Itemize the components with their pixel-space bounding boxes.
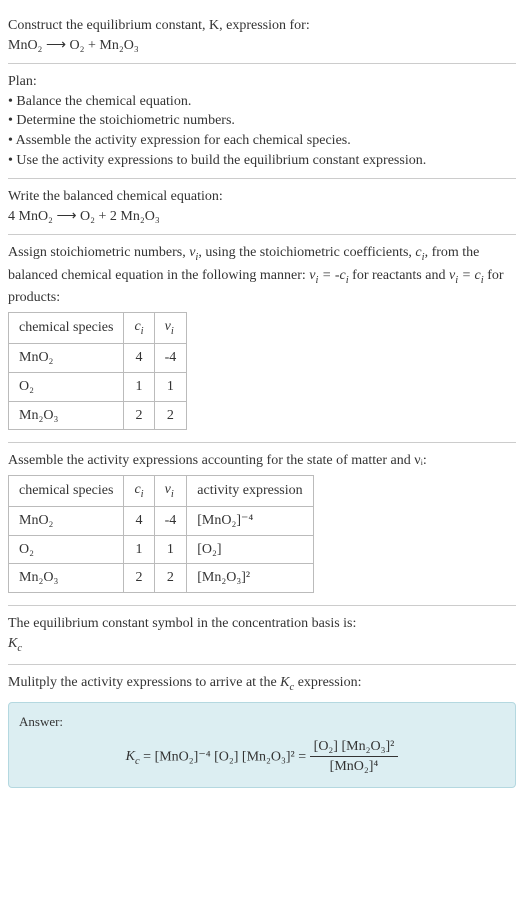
cell-species: O₂ [9, 535, 124, 564]
kc-lhs: Kc [126, 749, 140, 764]
answer-label: Answer: [19, 713, 505, 731]
cell-nui: -4 [154, 344, 187, 373]
cell-expr: [Mn₂O₃]² [187, 564, 313, 593]
c-symbol: ci [415, 245, 424, 260]
frac-denominator: [MnO₂]⁴ [310, 757, 399, 777]
final-heading: Mulitply the activity expressions to arr… [8, 673, 516, 695]
col-species: chemical species [9, 475, 124, 506]
cell-nui: 2 [154, 401, 187, 430]
col-species: chemical species [9, 312, 124, 343]
unbalanced-equation: MnO₂ ⟶ O₂ + Mn₂O₃ [8, 36, 516, 56]
answer-box: Answer: Kc = [MnO₂]⁻⁴ [O₂] [Mn₂O₃]² = [O… [8, 702, 516, 788]
stoich-table: chemical species ci νi MnO₂ 4 -4 O₂ 1 1 … [8, 312, 187, 430]
nu-symbol: νi [189, 245, 198, 260]
table-header-row: chemical species ci νi activity expressi… [9, 475, 314, 506]
balanced-heading: Write the balanced chemical equation: [8, 187, 516, 207]
intro-line: Construct the equilibrium constant, K, e… [8, 16, 516, 36]
activity-table: chemical species ci νi activity expressi… [8, 475, 314, 593]
cell-ci: 1 [124, 372, 154, 401]
table-row: O₂ 1 1 [O₂] [9, 535, 314, 564]
cell-nui: 1 [154, 372, 187, 401]
balanced-equation: 4 MnO₂ ⟶ O₂ + 2 Mn₂O₃ [8, 207, 516, 227]
col-ci: ci [124, 475, 154, 506]
activity-heading: Assemble the activity expressions accoun… [8, 451, 516, 471]
eq-text: = [MnO₂]⁻⁴ [O₂] [Mn₂O₃]² = [143, 749, 309, 764]
frac-numerator: [O₂] [Mn₂O₃]² [310, 737, 399, 758]
final-section: Mulitply the activity expressions to arr… [8, 665, 516, 796]
symbol-line1: The equilibrium constant symbol in the c… [8, 614, 516, 634]
stoich-section: Assign stoichiometric numbers, νi, using… [8, 235, 516, 443]
plan-bullet-2: • Determine the stoichiometric numbers. [8, 111, 516, 131]
plan-heading: Plan: [8, 72, 516, 92]
col-expr: activity expression [187, 475, 313, 506]
table-row: Mn₂O₃ 2 2 [9, 401, 187, 430]
plan-bullet-4: • Use the activity expressions to build … [8, 151, 516, 171]
cell-ci: 4 [124, 344, 154, 373]
plan-bullet-3: • Assemble the activity expression for e… [8, 131, 516, 151]
cell-nui: -4 [154, 507, 187, 536]
plan-bullet-1: • Balance the chemical equation. [8, 92, 516, 112]
kc-expression: Kc = [MnO₂]⁻⁴ [O₂] [Mn₂O₃]² = [O₂] [Mn₂O… [19, 737, 505, 777]
kc-fraction: [O₂] [Mn₂O₃]² [MnO₂]⁴ [310, 737, 399, 777]
stoich-text: Assign stoichiometric numbers, νi, using… [8, 243, 516, 308]
symbol-section: The equilibrium constant symbol in the c… [8, 606, 516, 665]
cell-species: MnO₂ [9, 344, 124, 373]
balanced-section: Write the balanced chemical equation: 4 … [8, 179, 516, 235]
stoich-t4: for reactants and [349, 268, 449, 283]
cell-nui: 2 [154, 564, 187, 593]
table-row: MnO₂ 4 -4 [9, 344, 187, 373]
cell-expr: [MnO₂]⁻⁴ [187, 507, 313, 536]
col-nui: νi [154, 312, 187, 343]
cell-expr: [O₂] [187, 535, 313, 564]
cell-species: Mn₂O₃ [9, 564, 124, 593]
table-row: O₂ 1 1 [9, 372, 187, 401]
stoich-t1: Assign stoichiometric numbers, [8, 245, 189, 260]
cell-ci: 2 [124, 564, 154, 593]
cell-ci: 4 [124, 507, 154, 536]
cell-nui: 1 [154, 535, 187, 564]
cell-ci: 2 [124, 401, 154, 430]
cell-ci: 1 [124, 535, 154, 564]
cell-species: Mn₂O₃ [9, 401, 124, 430]
stoich-t2: , using the stoichiometric coefficients, [198, 245, 415, 260]
intro-text: Construct the equilibrium constant, K, e… [8, 18, 310, 33]
col-nui: νi [154, 475, 187, 506]
final-heading-text: Mulitply the activity expressions to arr… [8, 675, 361, 690]
table-row: Mn₂O₃ 2 2 [Mn₂O₃]² [9, 564, 314, 593]
plan-section: Plan: • Balance the chemical equation. •… [8, 64, 516, 179]
nu-product: νi = ci [449, 268, 484, 283]
table-row: MnO₂ 4 -4 [MnO₂]⁻⁴ [9, 507, 314, 536]
col-ci: ci [124, 312, 154, 343]
activity-section: Assemble the activity expressions accoun… [8, 443, 516, 606]
intro-section: Construct the equilibrium constant, K, e… [8, 8, 516, 64]
nu-reactant: νi = -ci [309, 268, 348, 283]
cell-species: O₂ [9, 372, 124, 401]
table-header-row: chemical species ci νi [9, 312, 187, 343]
symbol-kc: Kc [8, 634, 516, 656]
cell-species: MnO₂ [9, 507, 124, 536]
